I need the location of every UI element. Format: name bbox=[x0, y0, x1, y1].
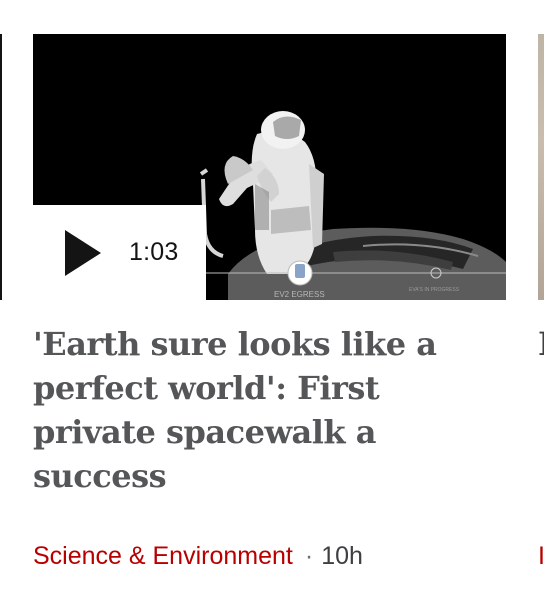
news-carousel: EV2 EGRESS EVA'S IN PROGRESS 1:03 'Earth… bbox=[0, 0, 544, 602]
video-thumbnail[interactable]: EV2 EGRESS EVA'S IN PROGRESS 1:03 bbox=[33, 34, 506, 300]
play-button[interactable]: 1:03 bbox=[33, 205, 206, 300]
video-duration: 1:03 bbox=[129, 238, 179, 266]
card-meta: Science & Environment · 10h bbox=[33, 539, 363, 573]
next-card-meta[interactable]: I bbox=[538, 539, 544, 573]
section-link[interactable]: Science & Environment bbox=[33, 542, 293, 570]
next-card-headline[interactable]: I bbox=[538, 322, 544, 366]
play-icon bbox=[65, 229, 101, 276]
headline-link[interactable]: 'Earth sure looks like a perfect world':… bbox=[33, 322, 493, 498]
next-meta-fragment: I bbox=[538, 542, 544, 570]
next-card[interactable]: I I bbox=[538, 34, 544, 594]
meta-separator: · bbox=[304, 542, 314, 570]
next-card-thumbnail[interactable] bbox=[538, 34, 544, 300]
hud-label-progress: EVA'S IN PROGRESS bbox=[409, 287, 460, 293]
next-headline-fragment: I bbox=[538, 325, 544, 363]
previous-card-edge[interactable] bbox=[0, 34, 2, 300]
hud-label-egress: EV2 EGRESS bbox=[274, 290, 325, 299]
news-card[interactable]: EV2 EGRESS EVA'S IN PROGRESS 1:03 'Earth… bbox=[33, 34, 506, 594]
timestamp: 10h bbox=[321, 542, 363, 570]
